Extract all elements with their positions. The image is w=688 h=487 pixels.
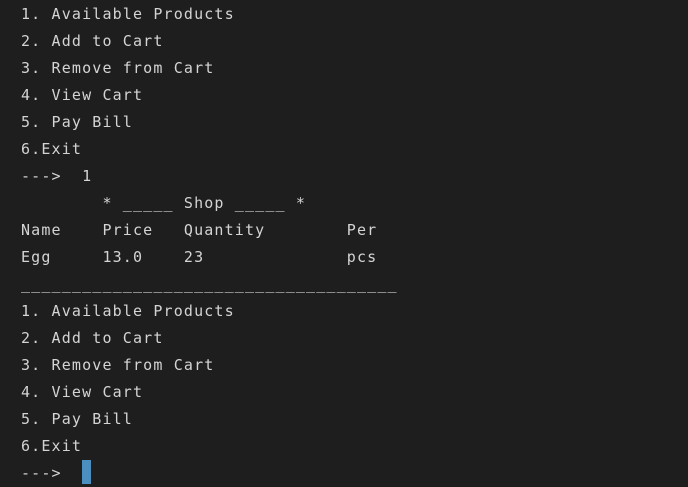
user-input-line: ---> 1 [21,167,93,185]
products-table-header: Name Price Quantity Per [21,221,378,239]
menu-item-pay-bill: 5. Pay Bill [21,113,133,131]
menu-item-remove-from-cart: 3. Remove from Cart [21,356,215,374]
menu-item-add-to-cart: 2. Add to Cart [21,329,164,347]
menu-item-view-cart: 4. View Cart [21,86,144,104]
input-prompt-line[interactable]: ---> [21,460,688,487]
separator-line: _____________________________________ [21,275,398,293]
shop-header: * _____ Shop _____ * [21,194,307,212]
menu-item-available-products: 1. Available Products [21,5,235,23]
menu-item-remove-from-cart: 3. Remove from Cart [21,59,215,77]
menu-item-exit: 6.Exit [21,437,83,455]
menu-item-exit: 6.Exit [21,140,83,158]
products-table-row: Egg 13.0 23 pcs [21,248,378,266]
menu-item-add-to-cart: 2. Add to Cart [21,32,164,50]
terminal-window[interactable]: 1. Available Products 2. Add to Cart 3. … [0,0,688,485]
prompt-text: ---> [21,464,83,482]
menu-item-available-products: 1. Available Products [21,302,235,320]
text-cursor [82,460,92,484]
menu-item-pay-bill: 5. Pay Bill [21,410,133,428]
menu-item-view-cart: 4. View Cart [21,383,144,401]
